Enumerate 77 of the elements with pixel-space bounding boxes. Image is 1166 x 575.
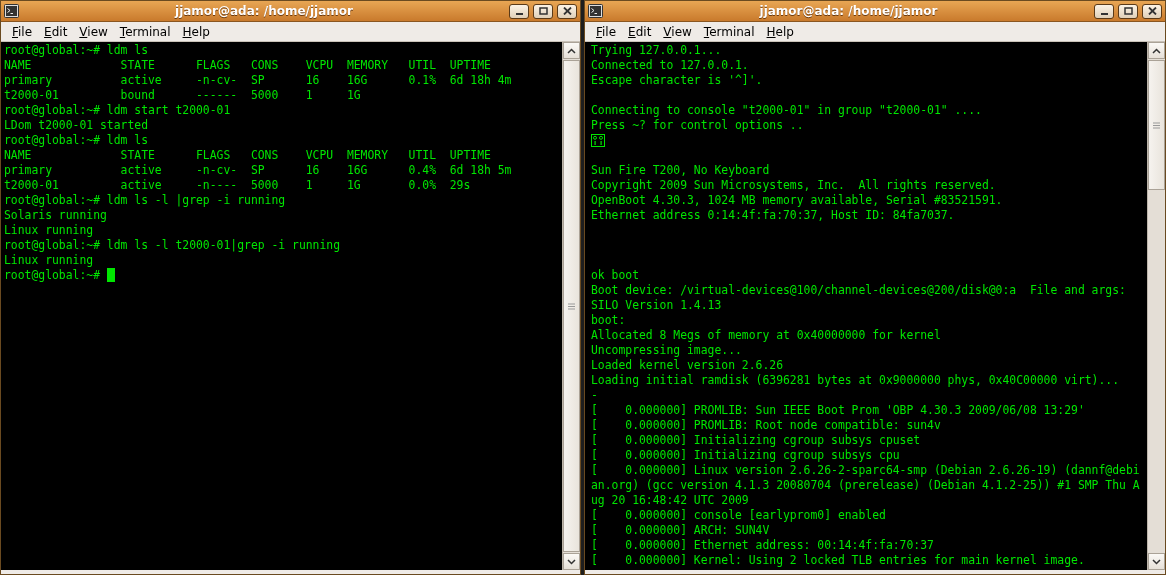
unknown-char-icon xyxy=(591,134,605,147)
terminal-line: root@global:~# ldm ls xyxy=(4,43,148,58)
terminal-line: [ 0.000000] Ethernet address: 00:14:4f:fa:70:37 xyxy=(591,538,934,553)
terminal-line: Press ~? for control options .. xyxy=(591,118,804,133)
terminal-line: Sun Fire T200, No Keyboard xyxy=(591,163,770,178)
close-button[interactable] xyxy=(1142,3,1162,19)
scrollbar[interactable] xyxy=(1147,42,1165,570)
terminal-line: primary active -n-cv- SP 16 16G 0.4% 6d 18h 5m xyxy=(4,163,512,178)
menu-item[interactable]: View xyxy=(74,22,113,41)
terminal-line: [ 0.000000] ARCH: SUN4V xyxy=(591,523,770,538)
terminal-line: [ 0.000000] Initializing cgroup subsys cpuset xyxy=(591,433,921,448)
close-icon xyxy=(1147,7,1157,15)
terminal-line: [ 0.000000] Kernel: Using 2 locked TLB entries for main kernel image. xyxy=(591,553,1085,568)
maximize-icon xyxy=(538,7,548,15)
text-cursor xyxy=(106,268,115,282)
menu-item[interactable]: View xyxy=(658,22,697,41)
terminal-line: root@global:~# ldm ls -l t2000-01|grep -i running xyxy=(4,238,341,253)
terminal-line: Solaris running xyxy=(4,208,107,223)
menu-item[interactable]: Help xyxy=(177,22,215,41)
terminal-line: an.org) (gcc version 4.1.3 20080704 (prerelease) (Debian 4.1.2-25)) #1 SMP Thu A xyxy=(591,478,1140,493)
menu-item[interactable]: Help xyxy=(761,22,799,41)
terminal-line: Linux running xyxy=(4,253,94,268)
terminal-line: t2000-01 active -n---- 5000 1 1G 0.0% 29s xyxy=(4,178,471,193)
terminal-line: Uncompressing image... xyxy=(591,343,742,358)
scroll-down-icon[interactable] xyxy=(567,558,576,565)
terminal-line: Ethernet address 0:14:4f:fa:70:37, Host ID: 84fa7037. xyxy=(591,208,955,223)
terminal-line: Loaded kernel version 2.6.26 xyxy=(591,358,784,373)
menu-item[interactable]: File xyxy=(7,22,38,41)
terminal-icon xyxy=(4,4,19,18)
terminal-line: root@global:~# ldm ls -l |grep -i running xyxy=(4,193,286,208)
menu-item[interactable]: Edit xyxy=(39,22,73,41)
terminal-line: root@global:~# xyxy=(4,268,101,282)
minimize-button[interactable] xyxy=(1094,3,1114,19)
terminal-line: boot: xyxy=(591,313,626,328)
terminal-line: Trying 127.0.0.1... xyxy=(591,43,722,58)
terminal-line: root@global:~# ldm ls xyxy=(4,133,148,148)
maximize-button[interactable] xyxy=(1118,3,1138,19)
terminal-line: Copyright 2009 Sun Microsystems, Inc. All rights reserved. xyxy=(591,178,996,193)
terminal-line: ug 20 16:48:42 UTC 2009 xyxy=(591,493,749,508)
terminal-line: [ 0.000000] PROMLIB: Root node compatible: sun4v xyxy=(591,418,941,433)
terminal-line: Boot device: /virtual-devices@100/channel-devices@200/disk@0:a File and args: xyxy=(591,283,1126,298)
terminal-line: [ 0.000000] PROMLIB: Sun IEEE Boot Prom 'OBP 4.30.3 2009/06/08 13:29' xyxy=(591,403,1085,418)
menu-item[interactable]: Edit xyxy=(623,22,657,41)
window-title: jjamor@ada: /home/jjamor xyxy=(758,4,939,18)
terminal-line: [ 0.000000] Linux version 2.6.26-2-sparc64-smp (Debian 2.6.26-19) (dannf@debi xyxy=(591,463,1140,478)
terminal-line: [ 0.000000] Initializing cgroup subsys cpu xyxy=(591,448,900,463)
window-title: jjamor@ada: /home/jjamor xyxy=(173,4,354,18)
terminal-line: [ 0.000000] console [earlyprom0] enabled xyxy=(591,508,886,523)
maximize-button[interactable] xyxy=(533,3,553,19)
scroll-up-icon[interactable] xyxy=(567,47,576,54)
terminal-line: Escape character is '^]'. xyxy=(591,73,763,88)
close-icon xyxy=(562,7,572,15)
menu-item[interactable]: Terminal xyxy=(114,22,176,41)
terminal-line: - xyxy=(591,388,598,403)
terminal-line: Allocated 8 Megs of memory at 0x40000000 for kernel xyxy=(591,328,941,343)
scroll-down-icon[interactable] xyxy=(1152,558,1161,565)
terminal-line: Loading initial ramdisk (6396281 bytes at 0x9000000 phys, 0x40C00000 virt)... xyxy=(591,373,1120,388)
terminal-line: NAME STATE FLAGS CONS VCPU MEMORY UTIL UPTIME xyxy=(4,58,491,73)
scroll-thumb[interactable] xyxy=(1148,60,1165,190)
minimize-button[interactable] xyxy=(509,3,529,19)
terminal-line: LDom t2000-01 started xyxy=(4,118,148,133)
terminal-line: t2000-01 bound ------ 5000 1 1G xyxy=(4,88,361,103)
terminal-line: root@global:~# ldm start t2000-01 xyxy=(4,103,231,118)
terminal-icon xyxy=(588,4,603,18)
terminal-line: primary active -n-cv- SP 16 16G 0.1% 6d 18h 4m xyxy=(4,73,512,88)
terminal-line: Connected to 127.0.0.1. xyxy=(591,58,749,73)
terminal-line: Linux running xyxy=(4,223,94,238)
terminal-line: Connecting to console "t2000-01" in group "t2000-01" .... xyxy=(591,103,982,118)
terminal-line: SILO Version 1.4.13 xyxy=(591,298,722,313)
menu-item[interactable]: File xyxy=(591,22,622,41)
close-button[interactable] xyxy=(557,3,577,19)
terminal-line: NAME STATE FLAGS CONS VCPU MEMORY UTIL UPTIME xyxy=(4,148,491,163)
maximize-icon xyxy=(1123,7,1133,15)
terminal-line: ok boot xyxy=(591,268,639,283)
scroll-up-icon[interactable] xyxy=(1152,47,1161,54)
terminal-line: OpenBoot 4.30.3, 1024 MB memory available, Serial #83521591. xyxy=(591,193,1003,208)
menu-item[interactable]: Terminal xyxy=(698,22,760,41)
